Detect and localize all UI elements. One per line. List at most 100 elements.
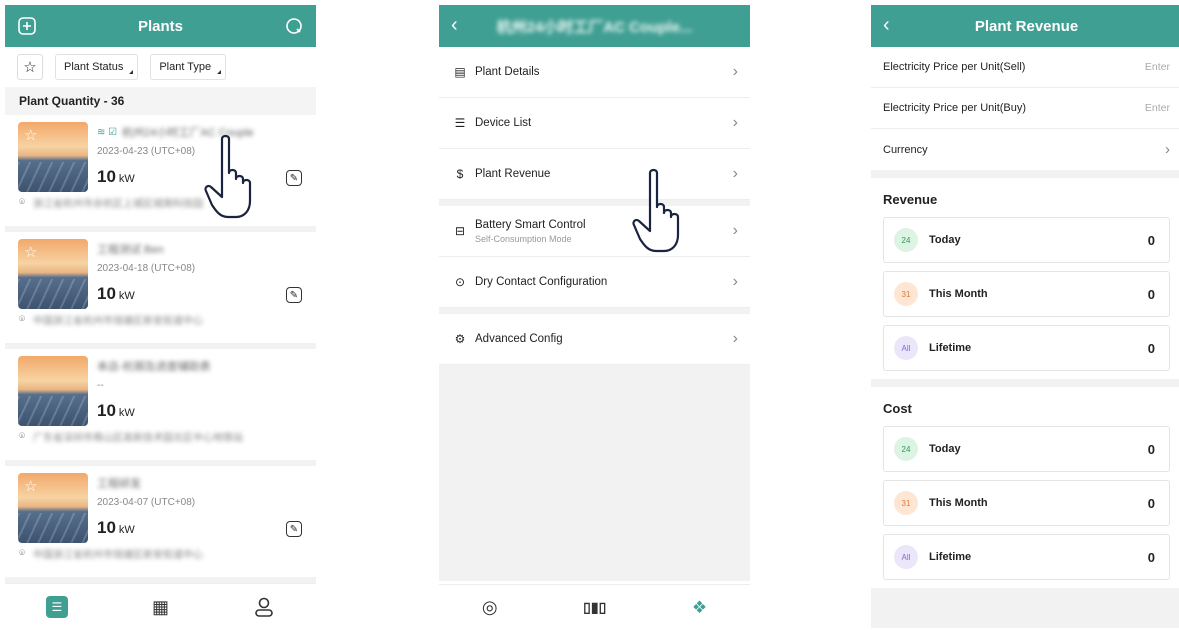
plant-name: 工程测试 Ben — [97, 244, 164, 256]
filter-bar: ☆ Plant Status Plant Type — [5, 47, 316, 87]
plant-name: 工程研发 — [97, 478, 141, 490]
plant-list-tab-icon[interactable]: ☰ — [45, 596, 68, 618]
chevron-right-icon: › — [732, 222, 738, 239]
gear-icon: ⚙ — [454, 332, 466, 346]
plant-thumbnail: ☆ — [18, 473, 88, 543]
plant-name: 本店-杭钢及进度辅助表 — [97, 361, 211, 373]
battery-icon: ⊟ — [454, 224, 466, 238]
add-icon[interactable] — [17, 16, 37, 36]
dollar-icon: $ — [456, 167, 464, 181]
menu-item-dry-contact[interactable]: ⊙ Dry Contact Configuration › — [439, 257, 750, 308]
plants-screen: Plants ☆ Plant Status Plant Type Plant Q… — [5, 5, 316, 630]
menu-item-advanced-config[interactable]: ⚙ Advanced Config › — [439, 314, 750, 365]
star-icon[interactable]: ☆ — [24, 243, 37, 261]
plant-thumbnail: ☆ — [18, 239, 88, 309]
location-icon: ⌾ — [19, 197, 25, 208]
plant-name-row: 工程测试 Ben — [97, 241, 164, 257]
plant-date: 2023-04-23 (UTC+08) — [97, 146, 196, 157]
plant-revenue-screen: ‹ Plant Revenue Electricity Price per Un… — [871, 5, 1179, 630]
plant-card[interactable]: 本店-杭钢及进度辅助表 -- 10 kW ⌾ 广东省深圳市南山区高新技术园北区中心地… — [5, 349, 316, 466]
edit-icon[interactable]: ✎ — [286, 521, 302, 537]
contact-icon: ⊙ — [454, 275, 466, 289]
today-icon: 24 — [894, 228, 918, 252]
menu-item-plant-details[interactable]: ▤ Plant Details › — [439, 47, 750, 98]
chevron-right-icon: › — [732, 273, 738, 290]
menu-item-battery-smart-control[interactable]: ⊟ Battery Smart Control Self-Consumption … — [439, 206, 750, 257]
chevron-right-icon: › — [732, 63, 738, 80]
revenue-header: ‹ Plant Revenue — [871, 5, 1179, 47]
page-title: 杭州24小时工厂AC Couple... — [496, 18, 693, 36]
chevron-right-icon: › — [1165, 141, 1170, 158]
plant-menu-header: ‹ 杭州24小时工厂AC Couple... — [439, 5, 750, 47]
edit-icon[interactable]: ✎ — [286, 287, 302, 303]
chart-tab-icon[interactable]: ▯▮▯ — [583, 599, 606, 616]
star-icon[interactable]: ☆ — [24, 477, 37, 495]
location-icon: ⌾ — [19, 431, 25, 442]
plant-menu: ▤ Plant Details › ☰ Device List › $ Plan… — [439, 47, 750, 581]
plant-card[interactable]: ☆ 工程测试 Ben 2023-04-18 (UTC+08) 10 kW ✎ ⌾ 中… — [5, 232, 316, 349]
menu-item-device-list[interactable]: ☰ Device List › — [439, 98, 750, 149]
revenue-today-card: 24 Today 0 — [883, 217, 1170, 263]
grid-tab-icon[interactable]: ▦ — [149, 596, 171, 618]
plant-quantity: Plant Quantity - 36 — [5, 87, 316, 115]
plant-date: 2023-04-07 (UTC+08) — [97, 497, 196, 508]
plant-power: 10 kW — [97, 167, 135, 186]
menu-item-plant-revenue[interactable]: $ Plant Revenue › — [439, 149, 750, 200]
plant-address: ⌾ 中国浙江省杭州市钱塘区新安街道中心 — [19, 548, 203, 561]
revenue-lifetime-card: All Lifetime 0 — [883, 325, 1170, 371]
price-buy-input[interactable]: Enter — [1145, 102, 1170, 114]
favorite-filter-button[interactable]: ☆ — [17, 54, 43, 80]
lifetime-icon: All — [894, 545, 918, 569]
plant-address: ⌾ 广东省深圳市南山区高新技术园北区中心地铁站 — [19, 431, 243, 444]
plant-address: ⌾ 浙江省杭州市余杭区上城区城南科技园 — [19, 197, 203, 210]
plant-status-dropdown[interactable]: Plant Status — [55, 54, 139, 80]
tap-hand-icon — [204, 134, 252, 219]
plant-type-dropdown[interactable]: Plant Type — [150, 54, 227, 80]
diamond-tab-icon[interactable]: ❖ — [692, 598, 707, 618]
cost-today-card: 24 Today 0 — [883, 426, 1170, 472]
calendar-icon: 31 — [894, 491, 918, 515]
cost-lifetime-card: All Lifetime 0 — [883, 534, 1170, 580]
document-icon: ▤ — [454, 65, 466, 79]
page-title: Plant Revenue — [974, 17, 1079, 35]
chevron-right-icon: › — [732, 330, 738, 347]
plants-header: Plants — [5, 5, 316, 47]
tap-hand-icon — [632, 168, 680, 253]
page-title: Plants — [137, 17, 183, 35]
search-icon[interactable] — [284, 16, 304, 36]
plant-card[interactable]: ☆ 工程研发 2023-04-07 (UTC+08) 10 kW ✎ ⌾ 中国浙江省… — [5, 466, 316, 583]
bottom-tab-bar: ◎ ▯▮▯ ❖ — [439, 584, 750, 630]
plant-power: 10 kW — [97, 518, 135, 537]
cost-section-title: Cost — [883, 401, 912, 416]
revenue-section-title: Revenue — [883, 192, 938, 207]
plant-thumbnail: ☆ — [18, 122, 88, 192]
price-sell-field[interactable]: Electricity Price per Unit(Sell) Enter — [871, 47, 1179, 88]
plant-name-row: 本店-杭钢及进度辅助表 — [97, 358, 211, 374]
gauge-tab-icon[interactable]: ◎ — [482, 597, 498, 618]
today-icon: 24 — [894, 437, 918, 461]
plant-date: -- — [97, 380, 104, 391]
location-icon: ⌾ — [19, 314, 25, 325]
plant-power: 10 kW — [97, 401, 135, 420]
profile-tab-icon[interactable] — [253, 596, 275, 618]
price-sell-input[interactable]: Enter — [1145, 61, 1170, 73]
price-buy-field[interactable]: Electricity Price per Unit(Buy) Enter — [871, 88, 1179, 129]
plant-date: 2023-04-18 (UTC+08) — [97, 263, 196, 274]
chevron-right-icon: › — [732, 165, 738, 182]
back-icon[interactable]: ‹ — [451, 15, 458, 35]
list-icon: ☰ — [454, 116, 466, 130]
star-icon: ☆ — [23, 59, 37, 76]
calendar-icon: 31 — [894, 282, 918, 306]
chevron-right-icon: › — [732, 114, 738, 131]
edit-icon[interactable]: ✎ — [286, 170, 302, 186]
currency-selector[interactable]: Currency › — [871, 129, 1179, 170]
wifi-icon: ≋ ☑ — [97, 126, 118, 138]
lifetime-icon: All — [894, 336, 918, 360]
plant-name-row: 工程研发 — [97, 475, 141, 491]
back-icon[interactable]: ‹ — [883, 15, 890, 35]
plant-menu-screen: ‹ 杭州24小时工厂AC Couple... ▤ Plant Details ›… — [439, 5, 750, 630]
star-icon[interactable]: ☆ — [24, 126, 37, 144]
cost-month-card: 31 This Month 0 — [883, 480, 1170, 526]
location-icon: ⌾ — [19, 548, 25, 559]
revenue-month-card: 31 This Month 0 — [883, 271, 1170, 317]
